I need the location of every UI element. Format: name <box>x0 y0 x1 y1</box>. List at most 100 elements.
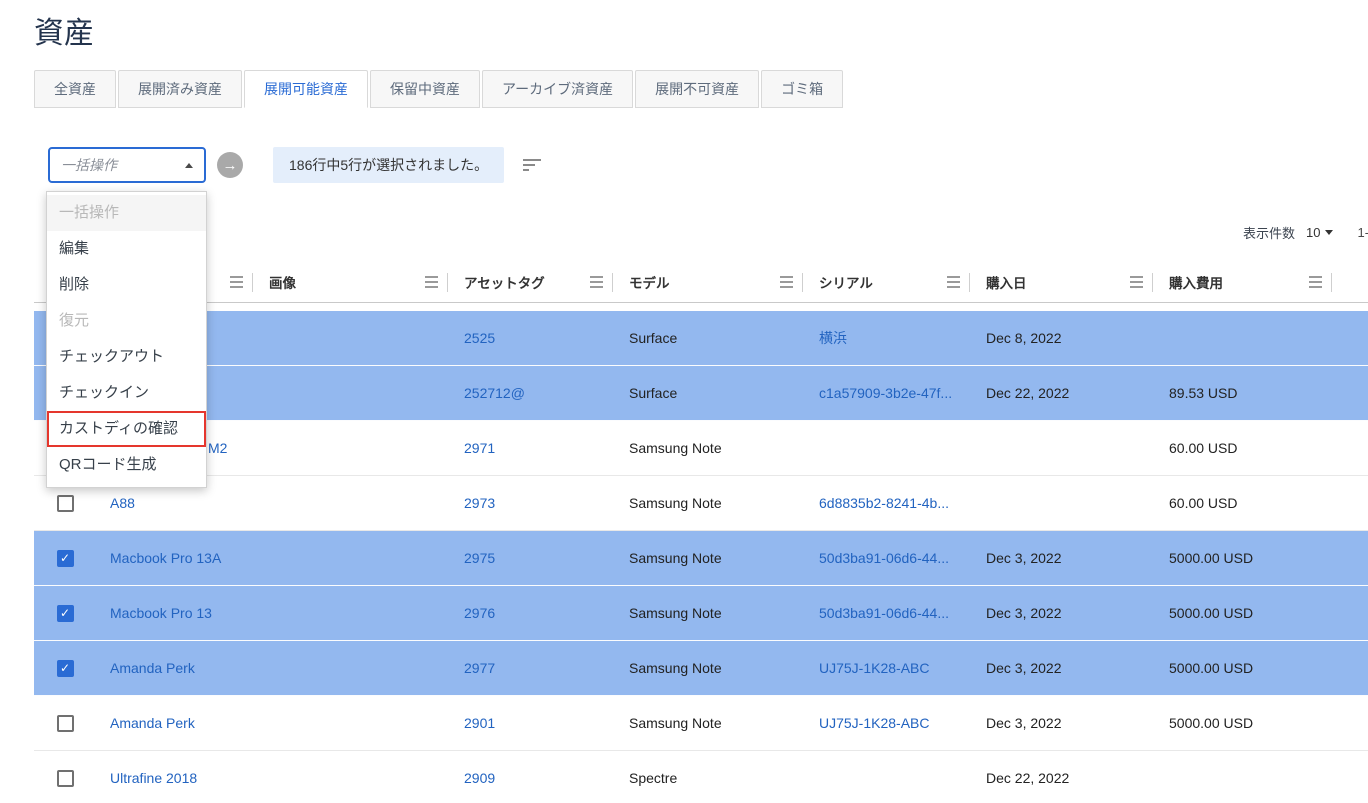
menu-item-confirm-custody[interactable]: カストディの確認 <box>47 411 206 447</box>
menu-item-delete[interactable]: 削除 <box>47 267 206 303</box>
model-cell: Surface <box>613 366 803 420</box>
tab-deployed-assets[interactable]: 展開済み資産 <box>118 70 242 108</box>
tab-undeployable-assets[interactable]: 展開不可資産 <box>635 70 759 108</box>
asset-tag-link[interactable]: 252712@ <box>464 385 525 401</box>
serial-link[interactable]: UJ75J-1K28-ABC <box>819 715 930 731</box>
table-row[interactable]: M2 2971 Samsung Note 60.00 USD <box>34 421 1368 476</box>
asset-name-link[interactable]: Amanda Perk <box>110 715 195 731</box>
column-filter-icon[interactable] <box>947 276 960 288</box>
menu-item-checkin[interactable]: チェックイン <box>47 375 206 411</box>
purchase-date-cell: Dec 22, 2022 <box>970 366 1153 420</box>
go-button[interactable]: → <box>217 152 243 178</box>
row-stub <box>1332 641 1368 695</box>
row-stub <box>1332 421 1368 475</box>
menu-item-generate-qr[interactable]: QRコード生成 <box>47 447 206 483</box>
purchase-date-cell: Dec 8, 2022 <box>970 311 1153 365</box>
serial-cell: 6d8835b2-8241-4b... <box>803 476 970 530</box>
asset-tag-link[interactable]: 2975 <box>464 550 495 566</box>
purchase-cost-cell: 60.00 USD <box>1153 476 1332 530</box>
asset-tag-link[interactable]: 2901 <box>464 715 495 731</box>
table-row[interactable]: Ultrafine 2018 2909 Spectre Dec 22, 2022 <box>34 751 1368 803</box>
image-cell <box>253 586 448 640</box>
column-label: アセットタグ <box>464 272 545 292</box>
sort-filter-icon[interactable] <box>523 158 542 172</box>
asset-name-link[interactable]: Macbook Pro 13A <box>110 550 221 566</box>
asset-tag-link[interactable]: 2976 <box>464 605 495 621</box>
purchase-cost-cell: 5000.00 USD <box>1153 531 1332 585</box>
purchase-cost-cell: 5000.00 USD <box>1153 696 1332 750</box>
purchase-cost-cell <box>1153 751 1332 803</box>
serial-link[interactable]: 6d8835b2-8241-4b... <box>819 495 949 511</box>
asset-name-link[interactable]: Ultrafine 2018 <box>110 770 197 786</box>
serial-link[interactable]: UJ75J-1K28-ABC <box>819 660 930 676</box>
tab-deployable-assets[interactable]: 展開可能資産 <box>244 70 368 108</box>
table-row[interactable]: Amanda Perk 2901 Samsung Note UJ75J-1K28… <box>34 696 1368 751</box>
asset-tag-cell: 252712@ <box>448 366 613 420</box>
column-filter-icon[interactable] <box>230 276 243 288</box>
column-filter-icon[interactable] <box>425 276 438 288</box>
asset-tag-cell: 2525 <box>448 311 613 365</box>
model-cell: Spectre <box>613 751 803 803</box>
serial-link[interactable]: 50d3ba91-06d6-44... <box>819 550 949 566</box>
asset-tag-link[interactable]: 2971 <box>464 440 495 456</box>
row-checkbox[interactable] <box>57 550 74 567</box>
purchase-date-cell <box>970 476 1153 530</box>
name-cell: Macbook Pro 13A <box>96 531 253 585</box>
page-title: 資産 <box>34 8 94 52</box>
row-stub <box>1332 476 1368 530</box>
row-stub <box>1332 531 1368 585</box>
arrow-right-icon: → <box>223 157 238 174</box>
row-checkbox[interactable] <box>57 770 74 787</box>
tab-archived-assets[interactable]: アーカイブ済資産 <box>482 70 633 108</box>
column-header-image: 画像 <box>253 262 448 302</box>
asset-name-link[interactable]: Macbook Pro 13 <box>110 605 212 621</box>
serial-link[interactable]: c1a57909-3b2e-47f... <box>819 385 952 401</box>
model-cell: Samsung Note <box>613 531 803 585</box>
serial-cell: UJ75J-1K28-ABC <box>803 696 970 750</box>
asset-tag-link[interactable]: 2977 <box>464 660 495 676</box>
page-size-label: 表示件数 <box>1243 223 1295 242</box>
column-filter-icon[interactable] <box>1309 276 1322 288</box>
image-cell <box>253 751 448 803</box>
asset-name-link[interactable]: A88 <box>110 495 135 511</box>
row-checkbox[interactable] <box>57 715 74 732</box>
row-checkbox[interactable] <box>57 660 74 677</box>
table-row[interactable]: Macbook Pro 13A 2975 Samsung Note 50d3ba… <box>34 531 1368 586</box>
menu-item-edit[interactable]: 編集 <box>47 231 206 267</box>
asset-tag-link[interactable]: 2909 <box>464 770 495 786</box>
tab-trash[interactable]: ゴミ箱 <box>761 70 843 108</box>
caret-down-icon <box>1325 230 1333 235</box>
purchase-date-cell: Dec 3, 2022 <box>970 586 1153 640</box>
row-checkbox[interactable] <box>57 495 74 512</box>
row-checkbox[interactable] <box>57 605 74 622</box>
checkbox-cell <box>34 696 96 750</box>
menu-item-bulk-actions: 一括操作 <box>47 195 206 231</box>
asset-name-link[interactable]: M2 <box>208 440 227 456</box>
serial-cell <box>803 751 970 803</box>
column-header-model: モデル <box>613 262 803 302</box>
table-row[interactable]: Amanda Perk 2977 Samsung Note UJ75J-1K28… <box>34 641 1368 696</box>
tab-pending-assets[interactable]: 保留中資産 <box>370 70 480 108</box>
table-row[interactable]: 252712@ Surface c1a57909-3b2e-47f... Dec… <box>34 366 1368 421</box>
column-label: モデル <box>629 272 670 292</box>
bulk-actions-menu: 一括操作編集削除復元チェックアウトチェックインカストディの確認QRコード生成 <box>46 191 207 488</box>
column-filter-icon[interactable] <box>590 276 603 288</box>
table-row[interactable]: 2525 Surface 横浜 Dec 8, 2022 <box>34 311 1368 366</box>
image-cell <box>253 421 448 475</box>
model-cell: Surface <box>613 311 803 365</box>
menu-item-checkout[interactable]: チェックアウト <box>47 339 206 375</box>
bulk-actions-select[interactable]: 一括操作 <box>48 147 206 183</box>
column-filter-icon[interactable] <box>780 276 793 288</box>
table-row[interactable]: A88 2973 Samsung Note 6d8835b2-8241-4b..… <box>34 476 1368 531</box>
column-label: 購入費用 <box>1169 272 1223 292</box>
serial-link[interactable]: 50d3ba91-06d6-44... <box>819 605 949 621</box>
asset-tag-link[interactable]: 2973 <box>464 495 495 511</box>
column-filter-icon[interactable] <box>1130 276 1143 288</box>
tab-bar: 全資産展開済み資産展開可能資産保留中資産アーカイブ済資産展開不可資産ゴミ箱 <box>34 70 845 108</box>
asset-tag-link[interactable]: 2525 <box>464 330 495 346</box>
asset-name-link[interactable]: Amanda Perk <box>110 660 195 676</box>
tab-all-assets[interactable]: 全資産 <box>34 70 116 108</box>
table-row[interactable]: Macbook Pro 13 2976 Samsung Note 50d3ba9… <box>34 586 1368 641</box>
page-size-select[interactable]: 10 <box>1306 225 1333 240</box>
serial-link[interactable]: 横浜 <box>819 328 847 348</box>
